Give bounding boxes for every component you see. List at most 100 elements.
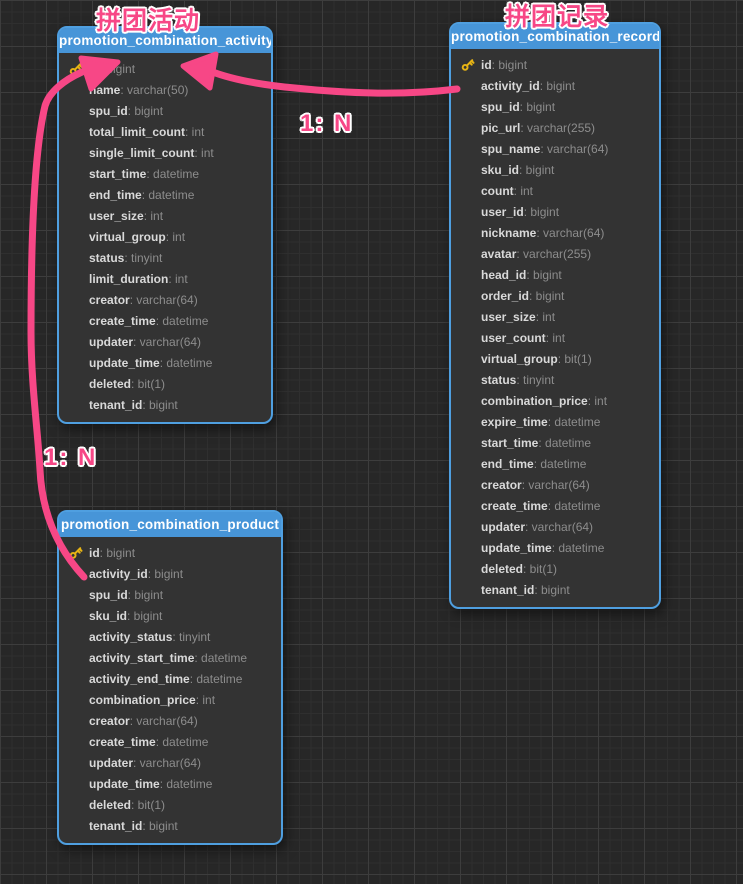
table-field-list: id: bigintname: varchar(50)spu_id: bigin… bbox=[59, 53, 271, 422]
field-row: tenant_id: bigint bbox=[68, 815, 273, 836]
field-row: update_time: datetime bbox=[68, 773, 273, 794]
field-row: deleted: bit(1) bbox=[68, 373, 263, 394]
field-row: single_limit_count: int bbox=[68, 142, 263, 163]
field-row: deleted: bit(1) bbox=[460, 558, 651, 579]
field-name: nickname bbox=[481, 226, 536, 240]
field-row: end_time: datetime bbox=[460, 453, 651, 474]
field-type: : bigint bbox=[100, 546, 135, 560]
field-name: single_limit_count bbox=[89, 146, 194, 160]
field-type: : bit(1) bbox=[131, 798, 165, 812]
field-indent bbox=[460, 414, 476, 429]
field-type: : bigint bbox=[540, 79, 575, 93]
field-name: virtual_group bbox=[89, 230, 166, 244]
field-type: : varchar(64) bbox=[130, 714, 198, 728]
field-row: start_time: datetime bbox=[460, 432, 651, 453]
field-name: updater bbox=[89, 756, 133, 770]
field-indent bbox=[68, 208, 84, 223]
field-name: user_count bbox=[481, 331, 546, 345]
field-type: : datetime bbox=[160, 777, 213, 791]
field-type: : bigint bbox=[148, 567, 183, 581]
field-row: user_size: int bbox=[460, 306, 651, 327]
field-name: end_time bbox=[481, 457, 534, 471]
entity-table-promotion-combination-record[interactable]: promotion_combination_record id: biginta… bbox=[449, 22, 661, 609]
field-indent bbox=[68, 566, 84, 581]
field-name: id bbox=[89, 546, 100, 560]
field-name: creator bbox=[89, 714, 130, 728]
field-name: user_id bbox=[481, 205, 524, 219]
field-row: creator: varchar(64) bbox=[68, 289, 263, 310]
field-row: name: varchar(50) bbox=[68, 79, 263, 100]
field-row: head_id: bigint bbox=[460, 264, 651, 285]
table-field-list: id: bigintactivity_id: bigintspu_id: big… bbox=[451, 49, 659, 607]
primary-key-icon bbox=[68, 545, 84, 560]
field-name: combination_price bbox=[481, 394, 588, 408]
field-row: create_time: datetime bbox=[68, 310, 263, 331]
field-type: : datetime bbox=[156, 314, 209, 328]
field-row: id: bigint bbox=[460, 54, 651, 75]
field-type: : tinyint bbox=[172, 630, 210, 644]
field-name: order_id bbox=[481, 289, 529, 303]
field-row: expire_time: datetime bbox=[460, 411, 651, 432]
field-type: : bigint bbox=[142, 398, 177, 412]
field-type: : int bbox=[144, 209, 163, 223]
field-indent bbox=[460, 519, 476, 534]
primary-key-icon bbox=[460, 57, 476, 72]
field-indent bbox=[68, 229, 84, 244]
field-indent bbox=[68, 82, 84, 97]
field-indent bbox=[68, 103, 84, 118]
field-type: : bigint bbox=[524, 205, 559, 219]
field-row: activity_id: bigint bbox=[68, 563, 273, 584]
field-type: : varchar(64) bbox=[536, 226, 604, 240]
field-row: spu_id: bigint bbox=[460, 96, 651, 117]
field-name: activity_status bbox=[89, 630, 172, 644]
field-name: activity_start_time bbox=[89, 651, 194, 665]
field-type: : datetime bbox=[160, 356, 213, 370]
field-indent bbox=[460, 351, 476, 366]
field-indent bbox=[460, 225, 476, 240]
field-indent bbox=[68, 313, 84, 328]
field-type: : bit(1) bbox=[523, 562, 557, 576]
field-type: : datetime bbox=[156, 735, 209, 749]
field-indent bbox=[460, 477, 476, 492]
field-name: name bbox=[89, 83, 120, 97]
cardinality-label: 1: N bbox=[44, 444, 97, 472]
field-name: virtual_group bbox=[481, 352, 558, 366]
field-type: : bigint bbox=[128, 588, 163, 602]
field-indent bbox=[68, 166, 84, 181]
field-type: : datetime bbox=[142, 188, 195, 202]
field-type: : varchar(64) bbox=[522, 478, 590, 492]
field-type: : bigint bbox=[529, 289, 564, 303]
field-name: status bbox=[89, 251, 124, 265]
field-row: status: tinyint bbox=[460, 369, 651, 390]
field-type: : varchar(64) bbox=[133, 756, 201, 770]
field-name: creator bbox=[89, 293, 130, 307]
field-row: tenant_id: bigint bbox=[68, 394, 263, 415]
field-indent bbox=[68, 818, 84, 833]
field-name: tenant_id bbox=[89, 398, 142, 412]
field-type: : int bbox=[185, 125, 204, 139]
field-row: activity_end_time: datetime bbox=[68, 668, 273, 689]
field-row: spu_id: bigint bbox=[68, 584, 273, 605]
field-type: : bigint bbox=[534, 583, 569, 597]
field-indent bbox=[460, 183, 476, 198]
field-name: update_time bbox=[89, 356, 160, 370]
primary-key-icon bbox=[68, 61, 84, 76]
field-row: pic_url: varchar(255) bbox=[460, 117, 651, 138]
field-row: virtual_group: bit(1) bbox=[460, 348, 651, 369]
field-name: avatar bbox=[481, 247, 516, 261]
field-row: order_id: bigint bbox=[460, 285, 651, 306]
field-indent bbox=[68, 755, 84, 770]
table-header[interactable]: promotion_combination_product bbox=[59, 512, 281, 537]
field-indent bbox=[460, 204, 476, 219]
field-indent bbox=[68, 692, 84, 707]
field-indent bbox=[460, 372, 476, 387]
field-name: deleted bbox=[481, 562, 523, 576]
field-name: expire_time bbox=[481, 415, 548, 429]
field-row: sku_id: bigint bbox=[460, 159, 651, 180]
field-row: activity_start_time: datetime bbox=[68, 647, 273, 668]
entity-table-promotion-combination-product[interactable]: promotion_combination_product id: bigint… bbox=[57, 510, 283, 845]
field-name: end_time bbox=[89, 188, 142, 202]
field-type: : int bbox=[194, 146, 213, 160]
entity-table-promotion-combination-activity[interactable]: promotion_combination_activity id: bigin… bbox=[57, 26, 273, 424]
field-type: : varchar(64) bbox=[133, 335, 201, 349]
